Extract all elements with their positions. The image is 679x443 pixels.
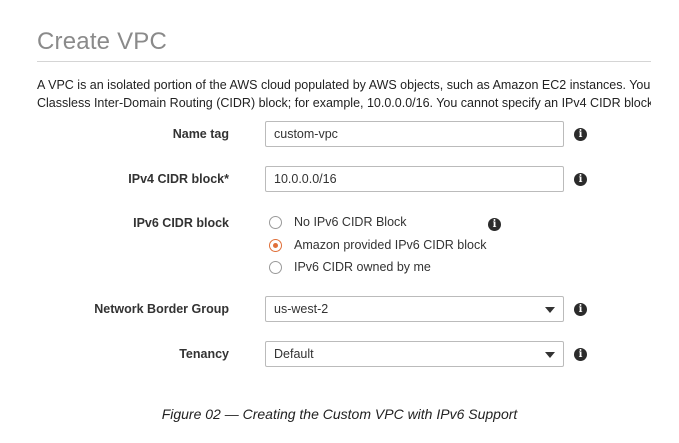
name-tag-label: Name tag — [172, 127, 229, 141]
ipv4-cidr-label: IPv4 CIDR block* — [128, 172, 229, 186]
create-vpc-panel: Create VPC A VPC is an isolated portion … — [0, 0, 651, 395]
figure-caption: Figure 02 — Creating the Custom VPC with… — [161, 406, 518, 422]
network-border-group-info-icon[interactable]: i — [574, 303, 587, 316]
ipv4-cidr-info-icon[interactable]: i — [574, 173, 587, 186]
radio-button-selected[interactable] — [269, 239, 282, 252]
ipv6-cidr-info-icon[interactable]: i — [488, 218, 501, 231]
radio-label: Amazon provided IPv6 CIDR block — [294, 238, 487, 252]
tenancy-value: Default — [274, 347, 314, 361]
caret-down-icon — [545, 352, 555, 358]
radio-label: No IPv6 CIDR Block — [294, 215, 407, 229]
name-tag-info-icon[interactable]: i — [574, 128, 587, 141]
tenancy-label: Tenancy — [179, 347, 229, 361]
ipv4-cidr-input[interactable]: 10.0.0.0/16 — [265, 166, 564, 192]
name-tag-input[interactable]: custom-vpc — [265, 121, 564, 147]
page-title: Create VPC — [37, 28, 168, 55]
network-border-group-value: us-west-2 — [274, 302, 329, 316]
network-border-group-label: Network Border Group — [94, 302, 229, 316]
radio-label: IPv6 CIDR owned by me — [294, 260, 431, 274]
network-border-group-select[interactable]: us-west-2 — [265, 296, 564, 322]
radio-button[interactable] — [269, 261, 282, 274]
title-divider — [37, 61, 651, 62]
description-line-2: Classless Inter-Domain Routing (CIDR) bl… — [37, 96, 651, 110]
ipv6-cidr-label: IPv6 CIDR block — [133, 216, 229, 230]
tenancy-info-icon[interactable]: i — [574, 348, 587, 361]
tenancy-select[interactable]: Default — [265, 341, 564, 367]
radio-button[interactable] — [269, 216, 282, 229]
caret-down-icon — [545, 307, 555, 313]
description-line-1: A VPC is an isolated portion of the AWS … — [37, 78, 651, 92]
